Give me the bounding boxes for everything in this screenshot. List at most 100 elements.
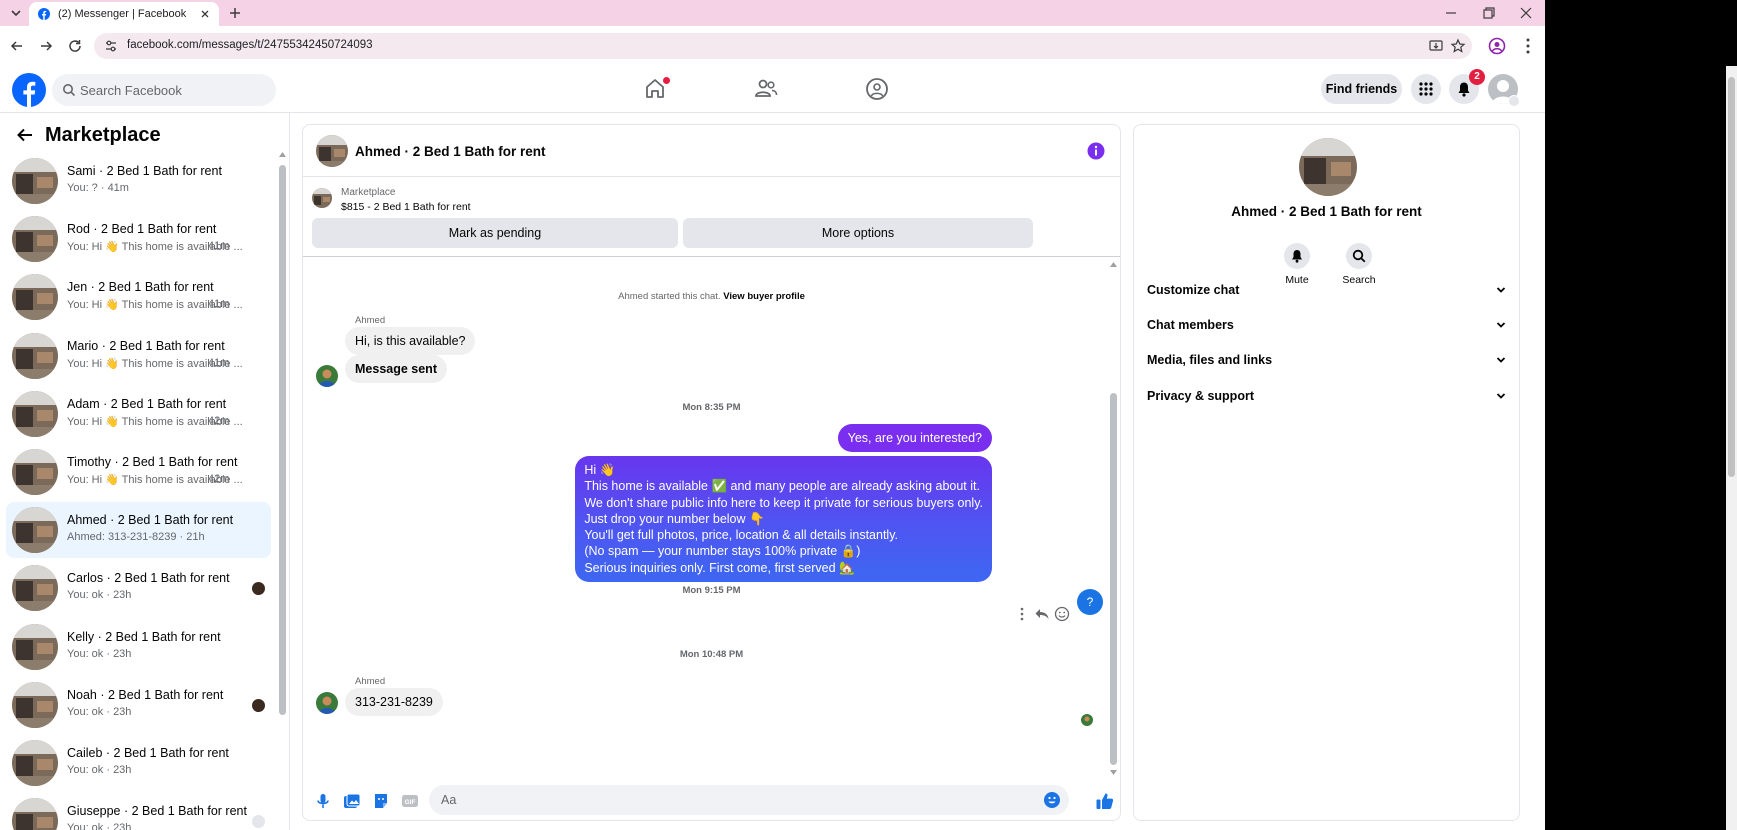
restore-icon[interactable] — [1480, 4, 1498, 22]
chat-scrollbar[interactable] — [1110, 261, 1117, 777]
thumbs-up-icon[interactable] — [1095, 791, 1115, 811]
conversation-item[interactable]: Kelly · 2 Bed 1 Bath for rent You: ok · 2… — [6, 619, 271, 675]
conversation-name: Adam · 2 Bed 1 Bath for rent — [67, 396, 227, 411]
scroll-down-icon[interactable] — [1110, 769, 1117, 776]
outgoing-message[interactable]: ? — [1077, 589, 1103, 615]
sidebar-scroll-thumb[interactable] — [279, 165, 286, 715]
react-icon[interactable] — [1054, 606, 1070, 622]
gif-icon[interactable]: GIF — [401, 792, 419, 810]
emoji-icon[interactable] — [1043, 791, 1061, 809]
browser-menu-icon[interactable] — [1520, 37, 1536, 55]
mute-circle[interactable] — [1284, 243, 1310, 269]
chat-started-notice: Ahmed started this chat. View buyer prof… — [303, 291, 1120, 302]
facebook-search[interactable]: Search Facebook — [52, 74, 276, 106]
browser-tab-messenger[interactable]: (2) Messenger | Facebook — [29, 2, 219, 26]
conversation-item[interactable]: Adam · 2 Bed 1 Bath for rent You: Hi 👋 Th… — [6, 386, 271, 442]
chevron-down-icon — [1496, 357, 1506, 363]
browser-tab-strip: (2) Messenger | Facebook — [0, 0, 1545, 26]
listing-summary[interactable]: Marketplace $815 - 2 Bed 1 Bath for rent — [303, 177, 1120, 217]
facebook-logo-icon[interactable] — [12, 73, 46, 107]
conversation-item[interactable]: Mario · 2 Bed 1 Bath for rent You: Hi 👋 T… — [6, 328, 271, 384]
section-label: Privacy & support — [1147, 389, 1254, 403]
page-scrollbar[interactable] — [1726, 66, 1737, 830]
facebook-header: Search Facebook Find friends 2 — [0, 66, 1545, 113]
conversation-name: Kelly · 2 Bed 1 Bath for rent — [67, 629, 221, 644]
message-input-placeholder: Aa — [441, 793, 457, 807]
house-thumbnail-icon — [12, 740, 58, 786]
timestamp: Mon 9:15 PM — [682, 585, 741, 596]
listing-title[interactable]: $815 - 2 Bed 1 Bath for rent — [341, 201, 471, 213]
minimize-icon[interactable] — [1442, 4, 1460, 22]
conversation-preview: You: ok · 23h — [67, 822, 132, 830]
outgoing-long-message[interactable]: Hi 👋 This home is available ✅ and many p… — [575, 456, 992, 583]
site-settings-icon[interactable] — [104, 39, 118, 53]
media-files-links-row[interactable]: Media, files and links — [1147, 345, 1507, 375]
house-thumbnail-icon — [12, 390, 58, 437]
groups-icon[interactable] — [862, 74, 892, 104]
account-chevron-icon[interactable] — [1508, 95, 1520, 107]
privacy-support-row[interactable]: Privacy & support — [1147, 381, 1507, 411]
outgoing-message[interactable]: Yes, are you interested? — [837, 424, 992, 452]
chat-scroll-thumb[interactable] — [1110, 393, 1117, 765]
details-avatar[interactable] — [1299, 138, 1357, 196]
conversation-item[interactable]: Ahmed · 2 Bed 1 Bath for rent Ahmed: 313-… — [6, 502, 271, 559]
address-bar[interactable]: facebook.com/messages/t/2475534245072409… — [94, 33, 1472, 59]
conversation-item[interactable]: Rod · 2 Bed 1 Bath for rent You: Hi 👋 Thi… — [6, 211, 271, 267]
reload-icon[interactable] — [67, 38, 83, 54]
user-photo-icon — [316, 365, 338, 387]
read-receipt-avatar — [252, 582, 265, 596]
tab-close-icon[interactable] — [199, 8, 211, 20]
scroll-up-icon[interactable] — [1110, 261, 1117, 268]
message-thread: Ahmed started this chat. View buyer prof… — [303, 257, 1120, 779]
conversation-item[interactable]: Carlos · 2 Bed 1 Bath for rent You: ok · … — [6, 560, 271, 616]
timestamp: Mon 10:48 PM — [679, 649, 744, 660]
search-circle[interactable] — [1346, 243, 1372, 269]
bookmark-star-icon[interactable] — [1450, 38, 1466, 54]
new-tab-icon[interactable] — [227, 5, 243, 21]
tab-search-icon[interactable] — [8, 5, 24, 21]
scroll-up-icon[interactable] — [279, 151, 286, 158]
customize-chat-row[interactable]: Customize chat — [1147, 275, 1507, 305]
incoming-message[interactable]: Hi, is this available? — [345, 327, 476, 355]
window-close-icon[interactable] — [1517, 4, 1535, 22]
info-icon[interactable] — [1087, 142, 1105, 160]
incoming-message[interactable]: Message sent — [345, 355, 447, 383]
forward-icon[interactable] — [38, 38, 54, 54]
microphone-icon[interactable] — [314, 792, 332, 810]
conversation-preview: You: ok · 23h — [67, 647, 132, 660]
conversation-item[interactable]: Jen · 2 Bed 1 Bath for rent You: Hi 👋 Thi… — [6, 269, 271, 325]
sender-avatar[interactable] — [316, 365, 338, 387]
find-friends-button[interactable]: Find friends — [1321, 74, 1402, 104]
conversation-item[interactable]: Timothy · 2 Bed 1 Bath for rent You: Hi 👋… — [6, 444, 271, 500]
page-scroll-thumb[interactable] — [1728, 77, 1735, 477]
conversation-item[interactable]: Caileb · 2 Bed 1 Bath for rent You: ok · … — [6, 735, 271, 791]
menu-button[interactable] — [1411, 74, 1441, 104]
conversation-item[interactable]: Noah · 2 Bed 1 Bath for rent You: ok · 23… — [6, 677, 271, 733]
chat-header-avatar[interactable] — [316, 135, 348, 167]
more-actions-icon[interactable] — [1014, 606, 1030, 622]
sender-avatar[interactable] — [316, 692, 338, 714]
photo-icon[interactable] — [343, 792, 361, 810]
conversation-item[interactable]: Sami · 2 Bed 1 Bath for rent You: ? · 41m — [6, 153, 271, 209]
back-icon[interactable] — [9, 38, 25, 54]
browser-profile-icon[interactable] — [1488, 37, 1506, 55]
install-app-icon[interactable] — [1428, 38, 1444, 54]
mark-as-pending-button[interactable]: Mark as pending — [312, 218, 678, 248]
friends-icon[interactable] — [751, 74, 781, 104]
chat-members-row[interactable]: Chat members — [1147, 310, 1507, 340]
incoming-message[interactable]: 313-231-8239 — [345, 688, 443, 716]
message-input[interactable]: Aa — [429, 785, 1069, 815]
back-arrow-icon[interactable] — [16, 126, 34, 144]
sidebar-scrollbar[interactable] — [279, 151, 286, 715]
conversation-preview: You: ok · 23h — [67, 705, 132, 718]
chat-started-text: Ahmed started this chat. — [618, 291, 721, 302]
conversation-preview: You: ok · 23h — [67, 589, 132, 602]
chat-header-name[interactable]: Ahmed · 2 Bed 1 Bath for rent — [355, 144, 546, 159]
more-options-button[interactable]: More options — [683, 218, 1033, 248]
conversation-avatar — [12, 798, 58, 830]
view-buyer-profile-link[interactable]: View buyer profile — [723, 291, 805, 302]
sticker-icon[interactable] — [372, 792, 390, 810]
reply-icon[interactable] — [1034, 606, 1050, 622]
bell-icon — [1458, 82, 1470, 97]
conversation-item[interactable]: Giuseppe · 2 Bed 1 Bath for rent You: ok … — [6, 793, 271, 830]
